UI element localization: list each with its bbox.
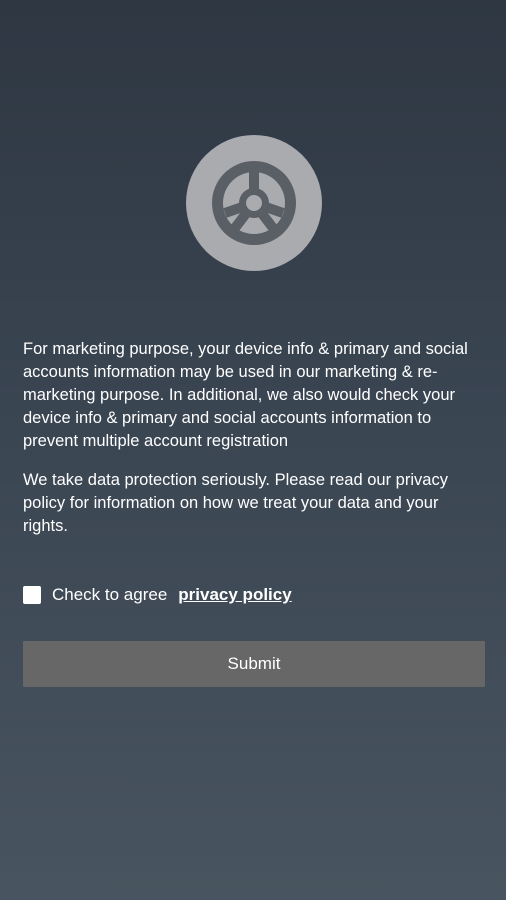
privacy-policy-link[interactable]: privacy policy bbox=[178, 585, 291, 605]
marketing-notice: For marketing purpose, your device info … bbox=[23, 340, 468, 450]
submit-button[interactable]: Submit bbox=[23, 641, 485, 687]
agree-row: Check to agree privacy policy bbox=[23, 583, 292, 607]
submit-button-label: Submit bbox=[227, 654, 281, 673]
agree-label[interactable]: Check to agree bbox=[52, 585, 167, 605]
app-logo bbox=[186, 135, 322, 271]
consent-text: For marketing purpose, your device info … bbox=[23, 338, 485, 538]
steering-wheel-icon bbox=[186, 135, 322, 271]
data-protection-notice: We take data protection seriously. Pleas… bbox=[23, 471, 448, 535]
agree-checkbox[interactable] bbox=[23, 586, 41, 604]
